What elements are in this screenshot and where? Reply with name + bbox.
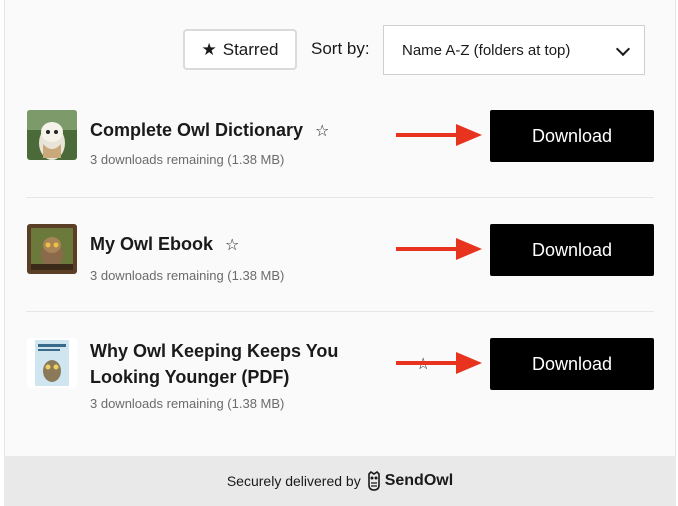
download-button[interactable]: Download (490, 338, 654, 390)
footer: Securely delivered by SendOwl (4, 456, 676, 506)
star-outline-icon[interactable]: ☆ (315, 123, 329, 140)
download-button[interactable]: Download (490, 224, 654, 276)
arrow-right-icon (396, 124, 482, 146)
footer-text: Securely delivered by (226, 473, 361, 489)
product-thumbnail (27, 110, 77, 160)
product-title[interactable]: Complete Owl Dictionary ☆ (90, 117, 329, 145)
product-meta: 3 downloads remaining (1.38 MB) (90, 396, 285, 411)
arrow-right-icon (396, 238, 482, 260)
product-meta: 3 downloads remaining (1.38 MB) (90, 268, 285, 283)
owl-logo-icon (367, 471, 380, 491)
sort-selected-value: Name A-Z (folders at top) (402, 41, 571, 59)
sendowl-logo[interactable]: SendOwl (367, 471, 453, 491)
product-thumbnail (27, 338, 77, 388)
chevron-down-icon (615, 41, 631, 57)
starred-label: Starred (222, 39, 279, 59)
product-title[interactable]: Why Owl Keeping Keeps You Looking Younge… (90, 338, 338, 390)
product-row: Complete Owl Dictionary ☆ 3 downloads rem… (4, 90, 676, 198)
product-row: My Owl Ebook ☆ 3 downloads remaining (1.3… (4, 198, 676, 312)
sort-select[interactable]: Name A-Z (folders at top) (383, 25, 645, 75)
product-title[interactable]: My Owl Ebook ☆ (90, 231, 239, 259)
brand-name: SendOwl (384, 472, 454, 489)
download-button[interactable]: Download (490, 110, 654, 162)
product-thumbnail (27, 224, 77, 274)
product-row: Why Owl Keeping Keeps You Looking Younge… (4, 312, 676, 422)
star-outline-icon[interactable]: ☆ (225, 237, 239, 254)
star-filled-icon: ★ (201, 40, 217, 59)
product-meta: 3 downloads remaining (1.38 MB) (90, 152, 285, 167)
arrow-right-icon (396, 352, 482, 374)
sort-by-label: Sort by: (311, 39, 370, 58)
starred-filter-button[interactable]: ★ Starred (183, 29, 297, 70)
